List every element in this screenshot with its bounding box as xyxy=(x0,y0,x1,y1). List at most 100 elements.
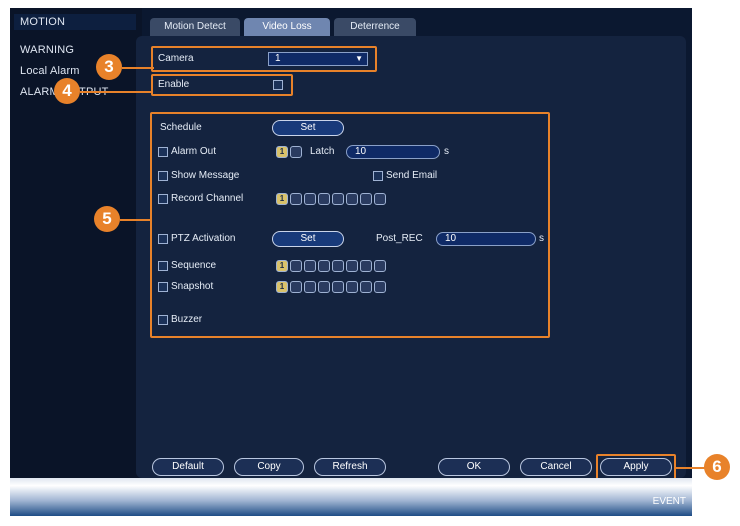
post-rec-value: 10 xyxy=(445,233,457,244)
sidebar-item-motion[interactable]: MOTION xyxy=(14,14,136,30)
tab-motion-detect[interactable]: Motion Detect xyxy=(150,18,240,36)
sidebar-item-label: MOTION xyxy=(20,16,66,28)
send-email-checkbox[interactable] xyxy=(373,171,383,181)
sequence-channel-2[interactable] xyxy=(290,260,302,272)
sidebar: MOTION WARNING Local Alarm ALARM OUTPUT xyxy=(10,8,142,478)
callout-text: 6 xyxy=(712,457,722,476)
snapshot-channel-8[interactable] xyxy=(374,281,386,293)
snapshot-channel-4[interactable] xyxy=(318,281,330,293)
sequence-channel-7[interactable] xyxy=(360,260,372,272)
callout-number-6: 6 xyxy=(704,454,730,480)
channel-number: 1 xyxy=(279,261,285,270)
post-rec-label: Post_REC xyxy=(376,233,423,244)
callout-text: 4 xyxy=(62,81,72,100)
callout-line-5 xyxy=(120,219,152,221)
sidebar-item-label: WARNING xyxy=(20,44,75,56)
button-label: Default xyxy=(172,461,204,472)
callout-number-5: 5 xyxy=(94,206,120,232)
ok-button[interactable]: OK xyxy=(438,458,510,476)
channel-number: 1 xyxy=(279,282,285,291)
callout-text: 3 xyxy=(104,57,114,76)
button-label: Copy xyxy=(257,461,281,472)
record-channel-3[interactable] xyxy=(304,193,316,205)
schedule-set-button[interactable]: Set xyxy=(272,120,344,136)
cancel-button[interactable]: Cancel xyxy=(520,458,592,476)
button-label: Refresh xyxy=(332,461,368,472)
sequence-channel-5[interactable] xyxy=(332,260,344,272)
latch-value: 10 xyxy=(355,146,367,157)
show-message-checkbox[interactable] xyxy=(158,171,168,181)
snapshot-channel-3[interactable] xyxy=(304,281,316,293)
refresh-button[interactable]: Refresh xyxy=(314,458,386,476)
sequence-checkbox[interactable] xyxy=(158,261,168,271)
callout-line-3 xyxy=(122,67,154,69)
callout-line-6 xyxy=(676,467,706,469)
record-channel-4[interactable] xyxy=(318,193,330,205)
show-message-label: Show Message xyxy=(171,170,240,181)
sidebar-item-warning[interactable]: WARNING xyxy=(20,44,74,56)
tab-deterrence[interactable]: Deterrence xyxy=(334,18,416,36)
ptz-set-button[interactable]: Set xyxy=(272,231,344,247)
snapshot-label: Snapshot xyxy=(171,281,214,292)
sequence-channel-1[interactable]: 1 xyxy=(276,260,288,272)
record-channel-label: Record Channel xyxy=(171,193,244,204)
snapshot-checkbox[interactable] xyxy=(158,282,168,292)
callout-box-apply xyxy=(596,454,676,480)
copy-button[interactable]: Copy xyxy=(234,458,304,476)
default-button[interactable]: Default xyxy=(152,458,224,476)
sequence-channel-4[interactable] xyxy=(318,260,330,272)
button-label: OK xyxy=(466,461,482,472)
ptz-activation-checkbox[interactable] xyxy=(158,234,168,244)
channel-number: 1 xyxy=(279,147,285,156)
callout-number-4: 4 xyxy=(54,78,80,104)
buzzer-label: Buzzer xyxy=(171,314,203,325)
callout-box-camera xyxy=(151,46,377,72)
latch-unit: s xyxy=(444,146,449,157)
alarm-out-channel-1[interactable]: 1 xyxy=(276,146,288,158)
callout-text: 5 xyxy=(102,209,112,228)
post-rec-input[interactable]: 10 xyxy=(436,232,536,246)
schedule-label: Schedule xyxy=(160,122,202,133)
ptz-activation-label: PTZ Activation xyxy=(171,233,236,244)
alarm-out-label: Alarm Out xyxy=(171,146,217,157)
snapshot-channel-7[interactable] xyxy=(360,281,372,293)
record-channel-2[interactable] xyxy=(290,193,302,205)
sequence-channel-3[interactable] xyxy=(304,260,316,272)
record-channel-6[interactable] xyxy=(346,193,358,205)
channel-number: 1 xyxy=(279,194,285,203)
sequence-channel-8[interactable] xyxy=(374,260,386,272)
sidebar-item-local-alarm[interactable]: Local Alarm xyxy=(20,65,80,77)
record-channel-1[interactable]: 1 xyxy=(276,193,288,205)
record-channel-checkbox[interactable] xyxy=(158,194,168,204)
taskbar: EVENT xyxy=(10,478,692,516)
snapshot-channel-2[interactable] xyxy=(290,281,302,293)
callout-box-enable xyxy=(151,74,293,96)
record-channel-8[interactable] xyxy=(374,193,386,205)
sequence-label: Sequence xyxy=(171,260,217,271)
taskbar-label: EVENT xyxy=(652,496,686,507)
tab-label: Video Loss xyxy=(262,21,312,32)
button-label: Set xyxy=(300,122,316,133)
tab-label: Motion Detect xyxy=(164,21,226,32)
tab-video-loss[interactable]: Video Loss xyxy=(244,18,330,36)
record-channel-7[interactable] xyxy=(360,193,372,205)
latch-label: Latch xyxy=(310,146,335,157)
sidebar-item-label: Local Alarm xyxy=(20,65,80,77)
buzzer-checkbox[interactable] xyxy=(158,315,168,325)
callout-line-4 xyxy=(80,91,152,93)
snapshot-channel-6[interactable] xyxy=(346,281,358,293)
send-email-label: Send Email xyxy=(386,170,438,181)
tab-label: Deterrence xyxy=(350,21,400,32)
nvr-screen: MOTION WARNING Local Alarm ALARM OUTPUT … xyxy=(10,8,692,516)
callout-number-3: 3 xyxy=(96,54,122,80)
post-rec-unit: s xyxy=(539,233,544,244)
alarm-out-checkbox[interactable] xyxy=(158,147,168,157)
button-label: Cancel xyxy=(540,461,572,472)
latch-input[interactable]: 10 xyxy=(346,145,440,159)
record-channel-5[interactable] xyxy=(332,193,344,205)
button-label: Set xyxy=(300,233,316,244)
snapshot-channel-5[interactable] xyxy=(332,281,344,293)
alarm-out-channel-2[interactable] xyxy=(290,146,302,158)
snapshot-channel-1[interactable]: 1 xyxy=(276,281,288,293)
sequence-channel-6[interactable] xyxy=(346,260,358,272)
